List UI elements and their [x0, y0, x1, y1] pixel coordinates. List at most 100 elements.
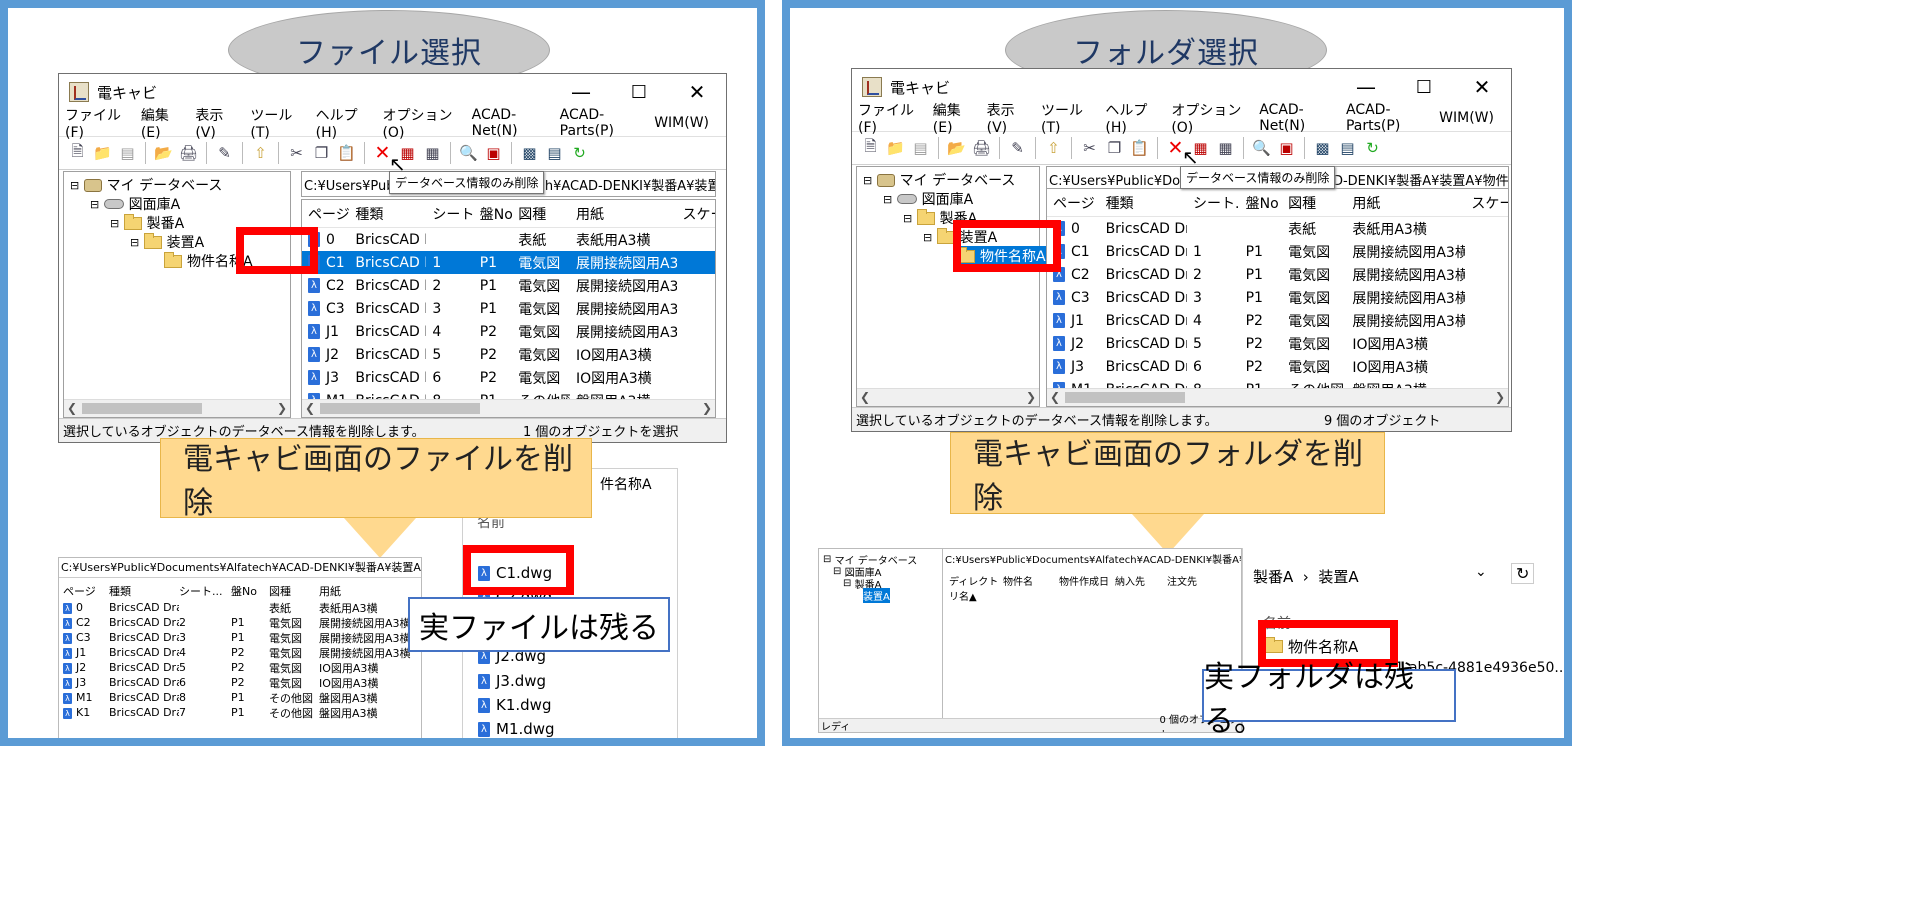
col-scale[interactable]: スケー: [677, 204, 716, 224]
properties-icon[interactable]: ✎: [1007, 138, 1028, 159]
table-row[interactable]: λC2BricsCAD Draw2P1電気図展開接続図用A3横: [59, 615, 421, 630]
open-icon[interactable]: 📂: [153, 143, 174, 164]
search-db-icon[interactable]: ▣: [483, 143, 504, 164]
paste-icon[interactable]: 📋: [336, 143, 357, 164]
minimize-button[interactable]: —: [1337, 69, 1395, 105]
new-drawer-icon[interactable]: ▤: [117, 143, 138, 164]
table-row[interactable]: λ0BricsCAD Draw表紙表紙用A3横: [302, 228, 715, 251]
menu-view[interactable]: 表示(V): [987, 100, 1024, 136]
menu-help[interactable]: ヘルプ(H): [1105, 100, 1154, 136]
col-paper[interactable]: 用紙: [570, 204, 677, 224]
menu-file[interactable]: ファイル(F): [858, 100, 916, 136]
file-item[interactable]: λ M1.dwg: [478, 720, 555, 738]
table-row[interactable]: λM1BricsCAD Draw8 P1 その他図盤図用A3横: [59, 690, 421, 705]
menu-tools[interactable]: ツール(T): [1041, 100, 1088, 136]
search-icon[interactable]: 🔍: [458, 143, 479, 164]
paste-icon[interactable]: 📋: [1129, 138, 1150, 159]
file-item[interactable]: λ K1.dwg: [478, 696, 551, 714]
new-drawer-icon[interactable]: ▤: [910, 138, 931, 159]
col-panel[interactable]: 盤No: [474, 204, 513, 224]
tree-scrollbar[interactable]: ❮ ❯: [857, 388, 1039, 406]
tree-node-drawer[interactable]: ⊟ 図面庫A: [883, 189, 973, 209]
table-row[interactable]: λJ2BricsCAD Draw5P2電気図IO図用A3横: [1047, 332, 1508, 355]
table-row[interactable]: λC2BricsCAD Draw2P1電気図展開接続図用A3横: [302, 274, 715, 297]
copy-icon[interactable]: ❐: [1104, 138, 1125, 159]
view-details-icon[interactable]: ▤: [1337, 138, 1358, 159]
open-icon[interactable]: 📂: [946, 138, 967, 159]
close-button[interactable]: ✕: [668, 74, 726, 110]
table-row[interactable]: λJ2BricsCAD Draw5P2電気図IO図用A3横: [302, 343, 715, 366]
tree-node-seiban[interactable]: ⊟ 製番A: [110, 213, 184, 233]
tree-node-mydb[interactable]: ⊟ マイ データベース: [863, 170, 1015, 190]
up-folder-icon[interactable]: ⇧: [250, 143, 271, 164]
refresh-icon[interactable]: ↻: [1511, 563, 1535, 584]
table-row[interactable]: λC1BricsCAD Draw1P1電気図展開接続図用A3横: [1047, 240, 1508, 263]
refresh-icon[interactable]: ↻: [1362, 138, 1383, 159]
table-row[interactable]: λC3BricsCAD Draw3P1電気図展開接続図用A3横: [302, 297, 715, 320]
menu-view[interactable]: 表示(V): [195, 105, 233, 141]
col-page[interactable]: ページ: [302, 204, 349, 224]
new-folder-icon[interactable]: 📁: [92, 143, 113, 164]
new-icon[interactable]: 🗎: [860, 137, 881, 159]
col-sheet[interactable]: シート...: [426, 204, 473, 224]
menu-file[interactable]: ファイル(F): [65, 105, 124, 141]
table-row[interactable]: λ0BricsCAD Draw表紙表紙用A3横: [1047, 217, 1508, 240]
print-icon[interactable]: 🖨: [178, 143, 199, 164]
table-row[interactable]: λJ2BricsCAD Draw5P2電気図IO図用A3横: [59, 660, 421, 675]
menu-options[interactable]: オプション(O): [1171, 100, 1242, 136]
tree-node-drawer[interactable]: ⊟ 図面庫A: [90, 194, 180, 214]
print-icon[interactable]: 🖨: [971, 138, 992, 159]
table-row[interactable]: λC3BricsCAD Draw3P1電気図展開接続図用A3横: [1047, 286, 1508, 309]
menu-wim[interactable]: WIM(W): [1439, 110, 1494, 126]
table-row[interactable]: λJ1BricsCAD Draw4P2電気図展開接続図用A3横: [59, 645, 421, 660]
cut-icon[interactable]: ✂: [1079, 138, 1100, 159]
view-icons-icon[interactable]: ▩: [519, 143, 540, 164]
col-kind[interactable]: 図種: [512, 204, 570, 224]
table-row[interactable]: λ0BricsCAD Draw表紙表紙用A3横: [59, 600, 421, 615]
menu-acad-parts[interactable]: ACAD-Parts(P): [1346, 102, 1422, 134]
new-folder-icon[interactable]: 📁: [885, 138, 906, 159]
table-row[interactable]: λJ1BricsCAD Draw4P2電気図展開接続図用A3横: [302, 320, 715, 343]
cut-icon[interactable]: ✂: [286, 143, 307, 164]
table-row[interactable]: λC2BricsCAD Draw2P1電気図展開接続図用A3横: [1047, 263, 1508, 286]
explorer-breadcrumb[interactable]: 製番A › 装置A: [1253, 566, 1359, 587]
menu-acad-net[interactable]: ACAD-Net(N): [472, 107, 543, 139]
maximize-button[interactable]: ☐: [1395, 69, 1453, 105]
close-button[interactable]: ✕: [1453, 69, 1511, 105]
view-details-icon[interactable]: ▤: [544, 143, 565, 164]
tree-scrollbar[interactable]: ❮ ❯: [64, 399, 290, 417]
chevron-down-icon[interactable]: ⌄: [1475, 564, 1487, 580]
table-row[interactable]: λK1BricsCAD Draw7 P1 その他図盤図用A3横: [59, 705, 421, 720]
minimize-button[interactable]: —: [552, 74, 610, 110]
new-icon[interactable]: 🗎: [67, 142, 88, 164]
tree-node-mydb[interactable]: ⊟ マイ データベース: [70, 175, 222, 195]
register-icon[interactable]: ▦: [1215, 138, 1236, 159]
col-type[interactable]: 種類: [349, 204, 426, 224]
table-row[interactable]: λJ3BricsCAD Draw6P2電気図IO図用A3横: [1047, 355, 1508, 378]
menu-acad-net[interactable]: ACAD-Net(N): [1259, 102, 1329, 134]
maximize-button[interactable]: ☐: [610, 74, 668, 110]
table-row[interactable]: λC1BricsCAD Draw1P1電気図展開接続図用A3横: [302, 251, 715, 274]
refresh-icon[interactable]: ↻: [569, 143, 590, 164]
tree-node-souchi[interactable]: ⊟ 装置A: [130, 232, 204, 252]
view-icons-icon[interactable]: ▩: [1312, 138, 1333, 159]
up-folder-icon[interactable]: ⇧: [1043, 138, 1064, 159]
table-row[interactable]: λJ3BricsCAD Draw6P2電気図IO図用A3横: [302, 366, 715, 389]
menu-acad-parts[interactable]: ACAD-Parts(P): [560, 107, 638, 139]
table-row[interactable]: λJ3BricsCAD Draw6P2電気図IO図用A3横: [59, 675, 421, 690]
copy-icon[interactable]: ❐: [311, 143, 332, 164]
list-scrollbar[interactable]: ❮ ❯: [302, 399, 715, 417]
table-row[interactable]: λC3BricsCAD Draw3P1電気図展開接続図用A3横: [59, 630, 421, 645]
file-item[interactable]: λ J3.dwg: [478, 672, 546, 690]
list-scrollbar[interactable]: ❮ ❯: [1047, 388, 1508, 406]
menu-tools[interactable]: ツール(T): [250, 105, 298, 141]
properties-icon[interactable]: ✎: [214, 143, 235, 164]
table-row[interactable]: λJ1BricsCAD Draw4P2電気図展開接続図用A3横: [1047, 309, 1508, 332]
menu-edit[interactable]: 編集(E): [141, 105, 179, 141]
menu-help[interactable]: ヘルプ(H): [316, 105, 366, 141]
register-icon[interactable]: ▦: [422, 143, 443, 164]
search-icon[interactable]: 🔍: [1251, 138, 1272, 159]
menu-edit[interactable]: 編集(E): [933, 100, 970, 136]
menu-wim[interactable]: WIM(W): [654, 115, 709, 131]
menu-options[interactable]: オプション(O): [382, 105, 454, 141]
